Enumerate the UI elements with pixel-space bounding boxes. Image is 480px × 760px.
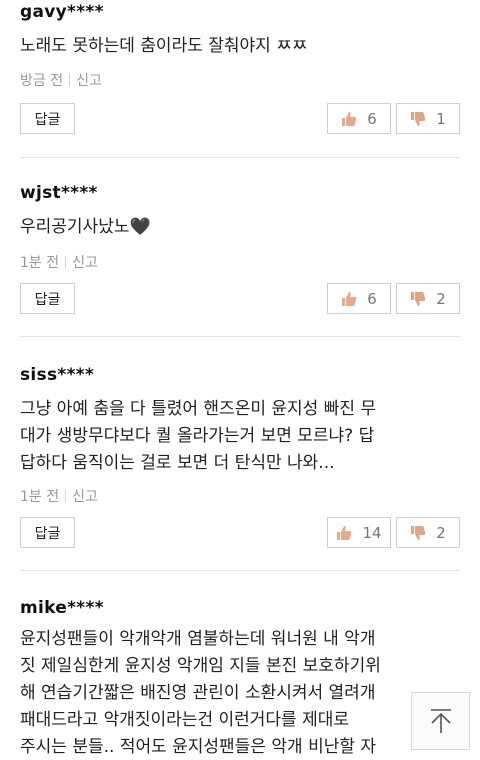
like-count: 6 bbox=[367, 109, 377, 128]
comment-meta: 방금 전 신고 bbox=[20, 70, 102, 90]
meta-divider bbox=[65, 490, 67, 502]
dislike-button[interactable]: 2 bbox=[396, 283, 460, 314]
dislike-button[interactable]: 1 bbox=[396, 103, 460, 134]
comment-time: 1분 전 bbox=[20, 489, 60, 505]
thumbs-up-icon bbox=[337, 525, 352, 540]
meta-divider bbox=[65, 256, 67, 268]
reply-button[interactable]: 답글 bbox=[20, 283, 75, 314]
comment-text-line: 주시는 분들.. 적어도 윤지성팬들은 악개 비난할 자 bbox=[20, 737, 377, 757]
comment-divider bbox=[20, 336, 460, 337]
reply-button[interactable]: 답글 bbox=[20, 103, 75, 134]
comment-author: gavy**** bbox=[20, 2, 104, 22]
like-button[interactable]: 14 bbox=[327, 517, 391, 548]
report-link[interactable]: 신고 bbox=[72, 489, 98, 505]
like-count: 14 bbox=[362, 523, 382, 542]
like-button[interactable]: 6 bbox=[327, 103, 391, 134]
like-count: 6 bbox=[367, 289, 377, 308]
comment-text-line: 패대드라고 악개짓이라는건 이런거다를 제대로 bbox=[20, 710, 350, 730]
dislike-count: 1 bbox=[436, 109, 446, 128]
comment-time: 1분 전 bbox=[20, 255, 60, 271]
comment-text: 우리공기사났노🖤 bbox=[20, 217, 151, 237]
scroll-to-top-button[interactable] bbox=[411, 692, 470, 750]
like-button[interactable]: 6 bbox=[327, 283, 391, 314]
thumbs-down-icon bbox=[411, 291, 426, 306]
comment-text: 윤지성팬들이 악개악개 염불하는데 워너원 내 악개 짓 제일심한게 윤지성 악… bbox=[20, 626, 460, 760]
comment-meta: 1분 전 신고 bbox=[20, 486, 98, 506]
thumbs-up-icon bbox=[342, 111, 357, 126]
comment-text-line: 짓 제일심한게 윤지성 악개임 지들 본진 보호하기위 bbox=[20, 656, 381, 676]
thumbs-up-icon bbox=[342, 291, 357, 306]
reply-button[interactable]: 답글 bbox=[20, 517, 75, 548]
dislike-button[interactable]: 2 bbox=[396, 517, 460, 548]
report-link[interactable]: 신고 bbox=[76, 73, 102, 89]
comment-time: 방금 전 bbox=[20, 73, 64, 89]
comment-text: 노래도 못하는데 춤이라도 잘춰야지 ㅉㅉ bbox=[20, 36, 308, 56]
comment-author: siss**** bbox=[20, 365, 95, 385]
dislike-count: 2 bbox=[436, 289, 446, 308]
comment-author: mike**** bbox=[20, 598, 104, 618]
comment-text-line: 그냥 아예 춤을 다 틀렸어 핸즈온미 윤지성 빠진 무 bbox=[20, 399, 377, 419]
dislike-count: 2 bbox=[436, 523, 446, 542]
comment-meta: 1분 전 신고 bbox=[20, 252, 98, 272]
report-link[interactable]: 신고 bbox=[72, 255, 98, 271]
comment-text-line: 답하다 움직이는 걸로 보면 더 탄식만 나와... bbox=[20, 453, 335, 473]
meta-divider bbox=[69, 74, 71, 86]
comment-text-line: 대가 생방무댜보다 퀄 올라가는거 보면 모르냐? 답 bbox=[20, 426, 375, 446]
comment-text: 그냥 아예 춤을 다 틀렸어 핸즈온미 윤지성 빠진 무 대가 생방무댜보다 퀄… bbox=[20, 396, 460, 477]
comment-author: wjst**** bbox=[20, 183, 98, 203]
comment-divider bbox=[20, 570, 460, 571]
arrow-up-icon bbox=[430, 709, 451, 733]
comment-divider bbox=[20, 157, 460, 158]
comment-text-line: 윤지성팬들이 악개악개 염불하는데 워너원 내 악개 bbox=[20, 629, 376, 649]
thumbs-down-icon bbox=[411, 525, 426, 540]
thumbs-down-icon bbox=[411, 111, 426, 126]
comment-text-line: 해 연습기간짧은 배진영 관린이 소환시켜서 열려개 bbox=[20, 683, 376, 703]
